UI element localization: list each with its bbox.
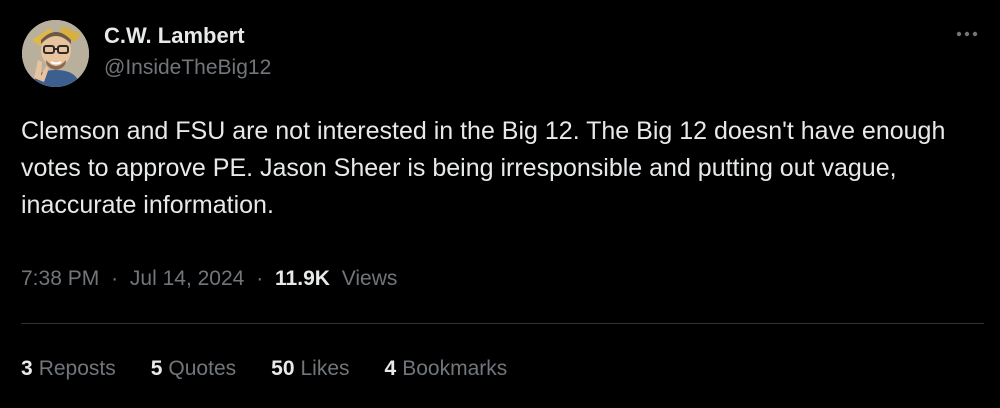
tweet-date[interactable]: Jul 14, 2024 bbox=[130, 267, 244, 290]
more-options-button[interactable] bbox=[952, 22, 982, 46]
author-handle[interactable]: @InsideTheBig12 bbox=[104, 54, 271, 82]
views-label: Views bbox=[341, 267, 398, 290]
quotes-count: 5 bbox=[150, 357, 163, 380]
tweet-meta: 7:38 PM · Jul 14, 2024 · 11.9K Views bbox=[21, 264, 397, 294]
likes-stat[interactable]: 50 Likes bbox=[271, 354, 349, 384]
bookmarks-label: Bookmarks bbox=[402, 357, 508, 380]
reposts-count: 3 bbox=[21, 357, 33, 380]
author-display-name[interactable]: C.W. Lambert bbox=[104, 22, 271, 50]
tweet-text: Clemson and FSU are not interested in th… bbox=[21, 117, 946, 219]
views-count: 11.9K bbox=[275, 267, 330, 290]
likes-label: Likes bbox=[300, 357, 350, 380]
bookmarks-stat[interactable]: 4 Bookmarks bbox=[385, 354, 508, 384]
more-horizontal-icon bbox=[956, 31, 978, 37]
tweet-time[interactable]: 7:38 PM bbox=[21, 267, 99, 290]
likes-count: 50 bbox=[271, 357, 295, 380]
avatar[interactable] bbox=[22, 20, 89, 87]
author-block: C.W. Lambert @InsideTheBig12 bbox=[104, 22, 271, 82]
reposts-label: Reposts bbox=[38, 357, 116, 380]
tweet-card: C.W. Lambert @InsideTheBig12 Clemson and… bbox=[0, 0, 1000, 408]
engagement-stats: 3 Reposts 5 Quotes 50 Likes 4 Bookmarks bbox=[21, 354, 542, 384]
meta-separator: · bbox=[111, 267, 119, 290]
memoji-avatar-icon bbox=[22, 20, 89, 87]
bookmarks-count: 4 bbox=[384, 357, 397, 380]
quotes-stat[interactable]: 5 Quotes bbox=[151, 354, 236, 384]
meta-separator: · bbox=[256, 267, 264, 290]
quotes-label: Quotes bbox=[168, 357, 237, 380]
divider bbox=[21, 323, 984, 324]
reposts-stat[interactable]: 3 Reposts bbox=[21, 354, 116, 384]
